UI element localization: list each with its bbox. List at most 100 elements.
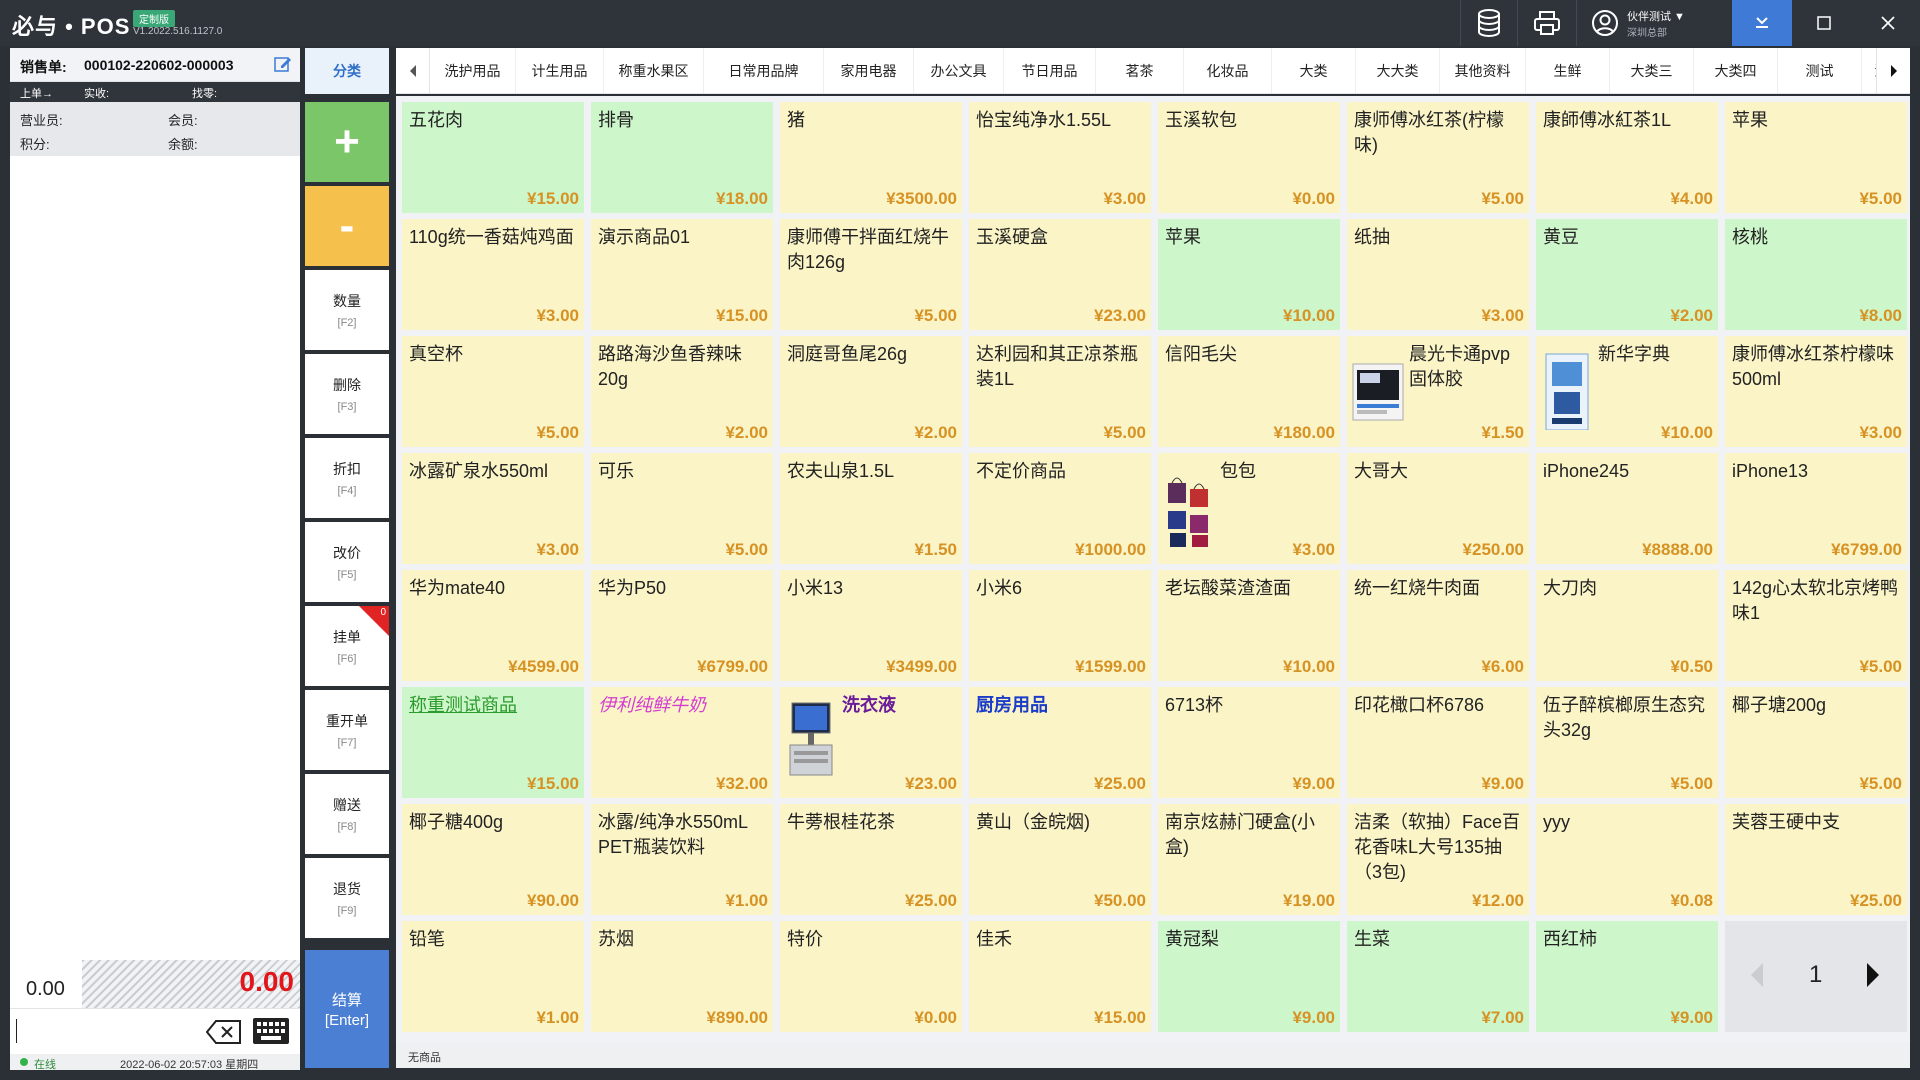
printer-button[interactable] <box>1517 0 1575 46</box>
product-tile[interactable]: 苹果 ¥10.00 <box>1158 219 1340 330</box>
backspace-icon[interactable] <box>205 1019 242 1050</box>
product-tile[interactable]: 路路海沙鱼香辣味20g ¥2.00 <box>591 336 773 447</box>
product-tile[interactable]: 印花橄口杯6786 ¥9.00 <box>1347 687 1529 798</box>
product-tile[interactable]: 厨房用品 ¥25.00 <box>969 687 1151 798</box>
product-tile[interactable]: 小米13 ¥3499.00 <box>780 570 962 681</box>
database-button[interactable] <box>1460 0 1516 46</box>
page-next-icon[interactable] <box>1865 961 1881 989</box>
category-tab[interactable]: 生鲜 <box>1526 48 1610 93</box>
order-item-list[interactable] <box>10 158 300 1008</box>
category-next-button[interactable] <box>1876 48 1910 93</box>
category-tab[interactable]: 称重水果区 <box>604 48 704 93</box>
product-tile[interactable]: 牛蒡根桂花茶 ¥25.00 <box>780 804 962 915</box>
product-tile[interactable]: 冰露矿泉水550ml ¥3.00 <box>402 453 584 564</box>
product-tile[interactable]: 洞庭哥鱼尾26g ¥2.00 <box>780 336 962 447</box>
product-tile[interactable]: 排骨 ¥18.00 <box>591 102 773 213</box>
category-tab[interactable]: 办公文具 <box>914 48 1004 93</box>
product-tile[interactable]: 黄豆 ¥2.00 <box>1536 219 1718 330</box>
product-tile[interactable]: 大刀肉 ¥0.50 <box>1536 570 1718 681</box>
quantity-button[interactable]: 数量 [F2] <box>305 270 389 350</box>
product-tile[interactable]: 新华字典 ¥10.00 <box>1536 336 1718 447</box>
product-tile[interactable]: 大哥大 ¥250.00 <box>1347 453 1529 564</box>
product-tile[interactable]: 6713杯 ¥9.00 <box>1158 687 1340 798</box>
category-tab[interactable]: 其他资料 <box>1440 48 1526 93</box>
product-tile[interactable]: 农夫山泉1.5L ¥1.50 <box>780 453 962 564</box>
product-tile[interactable]: 洁柔（软抽）Face百花香味L大号135抽（3包) ¥12.00 <box>1347 804 1529 915</box>
prev-order-label[interactable]: 上单→ <box>20 85 53 101</box>
product-tile[interactable]: 特价 ¥0.00 <box>780 921 962 1032</box>
category-tab[interactable]: 节日用品 <box>1004 48 1096 93</box>
product-tile[interactable]: 康师傅冰红茶(柠檬味) ¥5.00 <box>1347 102 1529 213</box>
product-tile[interactable]: iPhone245 ¥8888.00 <box>1536 453 1718 564</box>
product-tile[interactable]: 洗衣液 ¥23.00 <box>780 687 962 798</box>
product-tile[interactable]: 生菜 ¥7.00 <box>1347 921 1529 1032</box>
product-tile[interactable]: 不定价商品 ¥1000.00 <box>969 453 1151 564</box>
product-tile[interactable]: 猪 ¥3500.00 <box>780 102 962 213</box>
gift-button[interactable]: 赠送 [F8] <box>305 774 389 854</box>
product-tile[interactable]: 玉溪硬盒 ¥23.00 <box>969 219 1151 330</box>
reprice-button[interactable]: 改价 [F5] <box>305 522 389 602</box>
product-tile[interactable]: 冰露/纯净水550mL PET瓶装饮料 ¥1.00 <box>591 804 773 915</box>
product-tile[interactable]: 包包 ¥3.00 <box>1158 453 1340 564</box>
category-tab[interactable]: 茗茶 <box>1096 48 1184 93</box>
product-tile[interactable]: 称重测试商品 ¥15.00 <box>402 687 584 798</box>
product-tile[interactable]: 苹果 ¥5.00 <box>1725 102 1907 213</box>
product-tile[interactable]: 康师傅冰红茶柠檬味500ml ¥3.00 <box>1725 336 1907 447</box>
product-tile[interactable]: 小米6 ¥1599.00 <box>969 570 1151 681</box>
product-tile[interactable]: 苏烟 ¥890.00 <box>591 921 773 1032</box>
product-tile[interactable]: 黄山（金皖烟) ¥50.00 <box>969 804 1151 915</box>
discount-button[interactable]: 折扣 [F4] <box>305 438 389 518</box>
product-tile[interactable]: 核桃 ¥8.00 <box>1725 219 1907 330</box>
decrease-button[interactable]: - <box>305 186 389 266</box>
category-tab[interactable]: 大类四 <box>1694 48 1778 93</box>
close-button[interactable] <box>1856 0 1920 46</box>
product-tile[interactable]: 华为P50 ¥6799.00 <box>591 570 773 681</box>
category-tab[interactable]: 大类 <box>1272 48 1356 93</box>
product-tile[interactable]: 铅笔 ¥1.00 <box>402 921 584 1032</box>
product-tile[interactable]: 西红柿 ¥9.00 <box>1536 921 1718 1032</box>
category-prev-button[interactable] <box>396 48 430 93</box>
product-tile[interactable]: 芙蓉王硬中支 ¥25.00 <box>1725 804 1907 915</box>
product-tile[interactable]: 统一红烧牛肉面 ¥6.00 <box>1347 570 1529 681</box>
category-button[interactable]: 分类 <box>305 48 389 94</box>
product-tile[interactable]: 达利园和其正凉茶瓶装1L ¥5.00 <box>969 336 1151 447</box>
barcode-input[interactable] <box>10 1008 300 1054</box>
keyboard-icon[interactable] <box>252 1017 290 1050</box>
product-tile[interactable]: 可乐 ¥5.00 <box>591 453 773 564</box>
page-prev-icon[interactable] <box>1749 961 1765 989</box>
product-tile[interactable]: 黄冠梨 ¥9.00 <box>1158 921 1340 1032</box>
edit-icon[interactable] <box>274 55 292 78</box>
product-tile[interactable]: 康师傅干拌面红烧牛肉126g ¥5.00 <box>780 219 962 330</box>
product-tile[interactable]: 信阳毛尖 ¥180.00 <box>1158 336 1340 447</box>
product-tile[interactable]: 110g统一香菇炖鸡面 ¥3.00 <box>402 219 584 330</box>
product-tile[interactable]: 纸抽 ¥3.00 <box>1347 219 1529 330</box>
user-menu[interactable]: 伙伴测试 ▼ 深圳总部 <box>1576 0 1732 46</box>
reopen-order-button[interactable]: 重开单 [F7] <box>305 690 389 770</box>
collapse-button[interactable] <box>1732 0 1792 46</box>
product-tile[interactable]: 华为mate40 ¥4599.00 <box>402 570 584 681</box>
category-tab[interactable]: 家用电器 <box>824 48 914 93</box>
product-tile[interactable]: 142g心太软北京烤鸭味1 ¥5.00 <box>1725 570 1907 681</box>
product-tile[interactable]: 伍子醉槟榔原生态究头32g ¥5.00 <box>1536 687 1718 798</box>
increase-button[interactable]: + <box>305 102 389 182</box>
product-tile[interactable]: 五花肉 ¥15.00 <box>402 102 584 213</box>
category-tab[interactable]: 大类三 <box>1610 48 1694 93</box>
product-tile[interactable]: 怡宝纯净水1.55L ¥3.00 <box>969 102 1151 213</box>
product-tile[interactable]: yyy ¥0.08 <box>1536 804 1718 915</box>
product-tile[interactable]: 南京炫赫门硬盒(小盒) ¥19.00 <box>1158 804 1340 915</box>
product-tile[interactable]: 玉溪软包 ¥0.00 <box>1158 102 1340 213</box>
product-tile[interactable]: 佳禾 ¥15.00 <box>969 921 1151 1032</box>
refund-button[interactable]: 退货 [F9] <box>305 858 389 938</box>
product-tile[interactable]: 椰子糖400g ¥90.00 <box>402 804 584 915</box>
hold-order-button[interactable]: 0 挂单 [F6] <box>305 606 389 686</box>
checkout-button[interactable]: 结算 [Enter] <box>305 950 389 1068</box>
category-tab[interactable]: 测试 <box>1778 48 1862 93</box>
category-tab[interactable]: 洗护用品 <box>430 48 516 93</box>
delete-button[interactable]: 删除 [F3] <box>305 354 389 434</box>
category-tab[interactable]: 计生用品 <box>516 48 604 93</box>
category-tab[interactable]: 日常用品牌 <box>704 48 824 93</box>
category-tab[interactable]: 大大类 <box>1356 48 1440 93</box>
maximize-button[interactable] <box>1792 0 1856 46</box>
product-tile[interactable]: 伊利纯鲜牛奶 ¥32.00 <box>591 687 773 798</box>
product-tile[interactable]: 老坛酸菜渣渣面 ¥10.00 <box>1158 570 1340 681</box>
